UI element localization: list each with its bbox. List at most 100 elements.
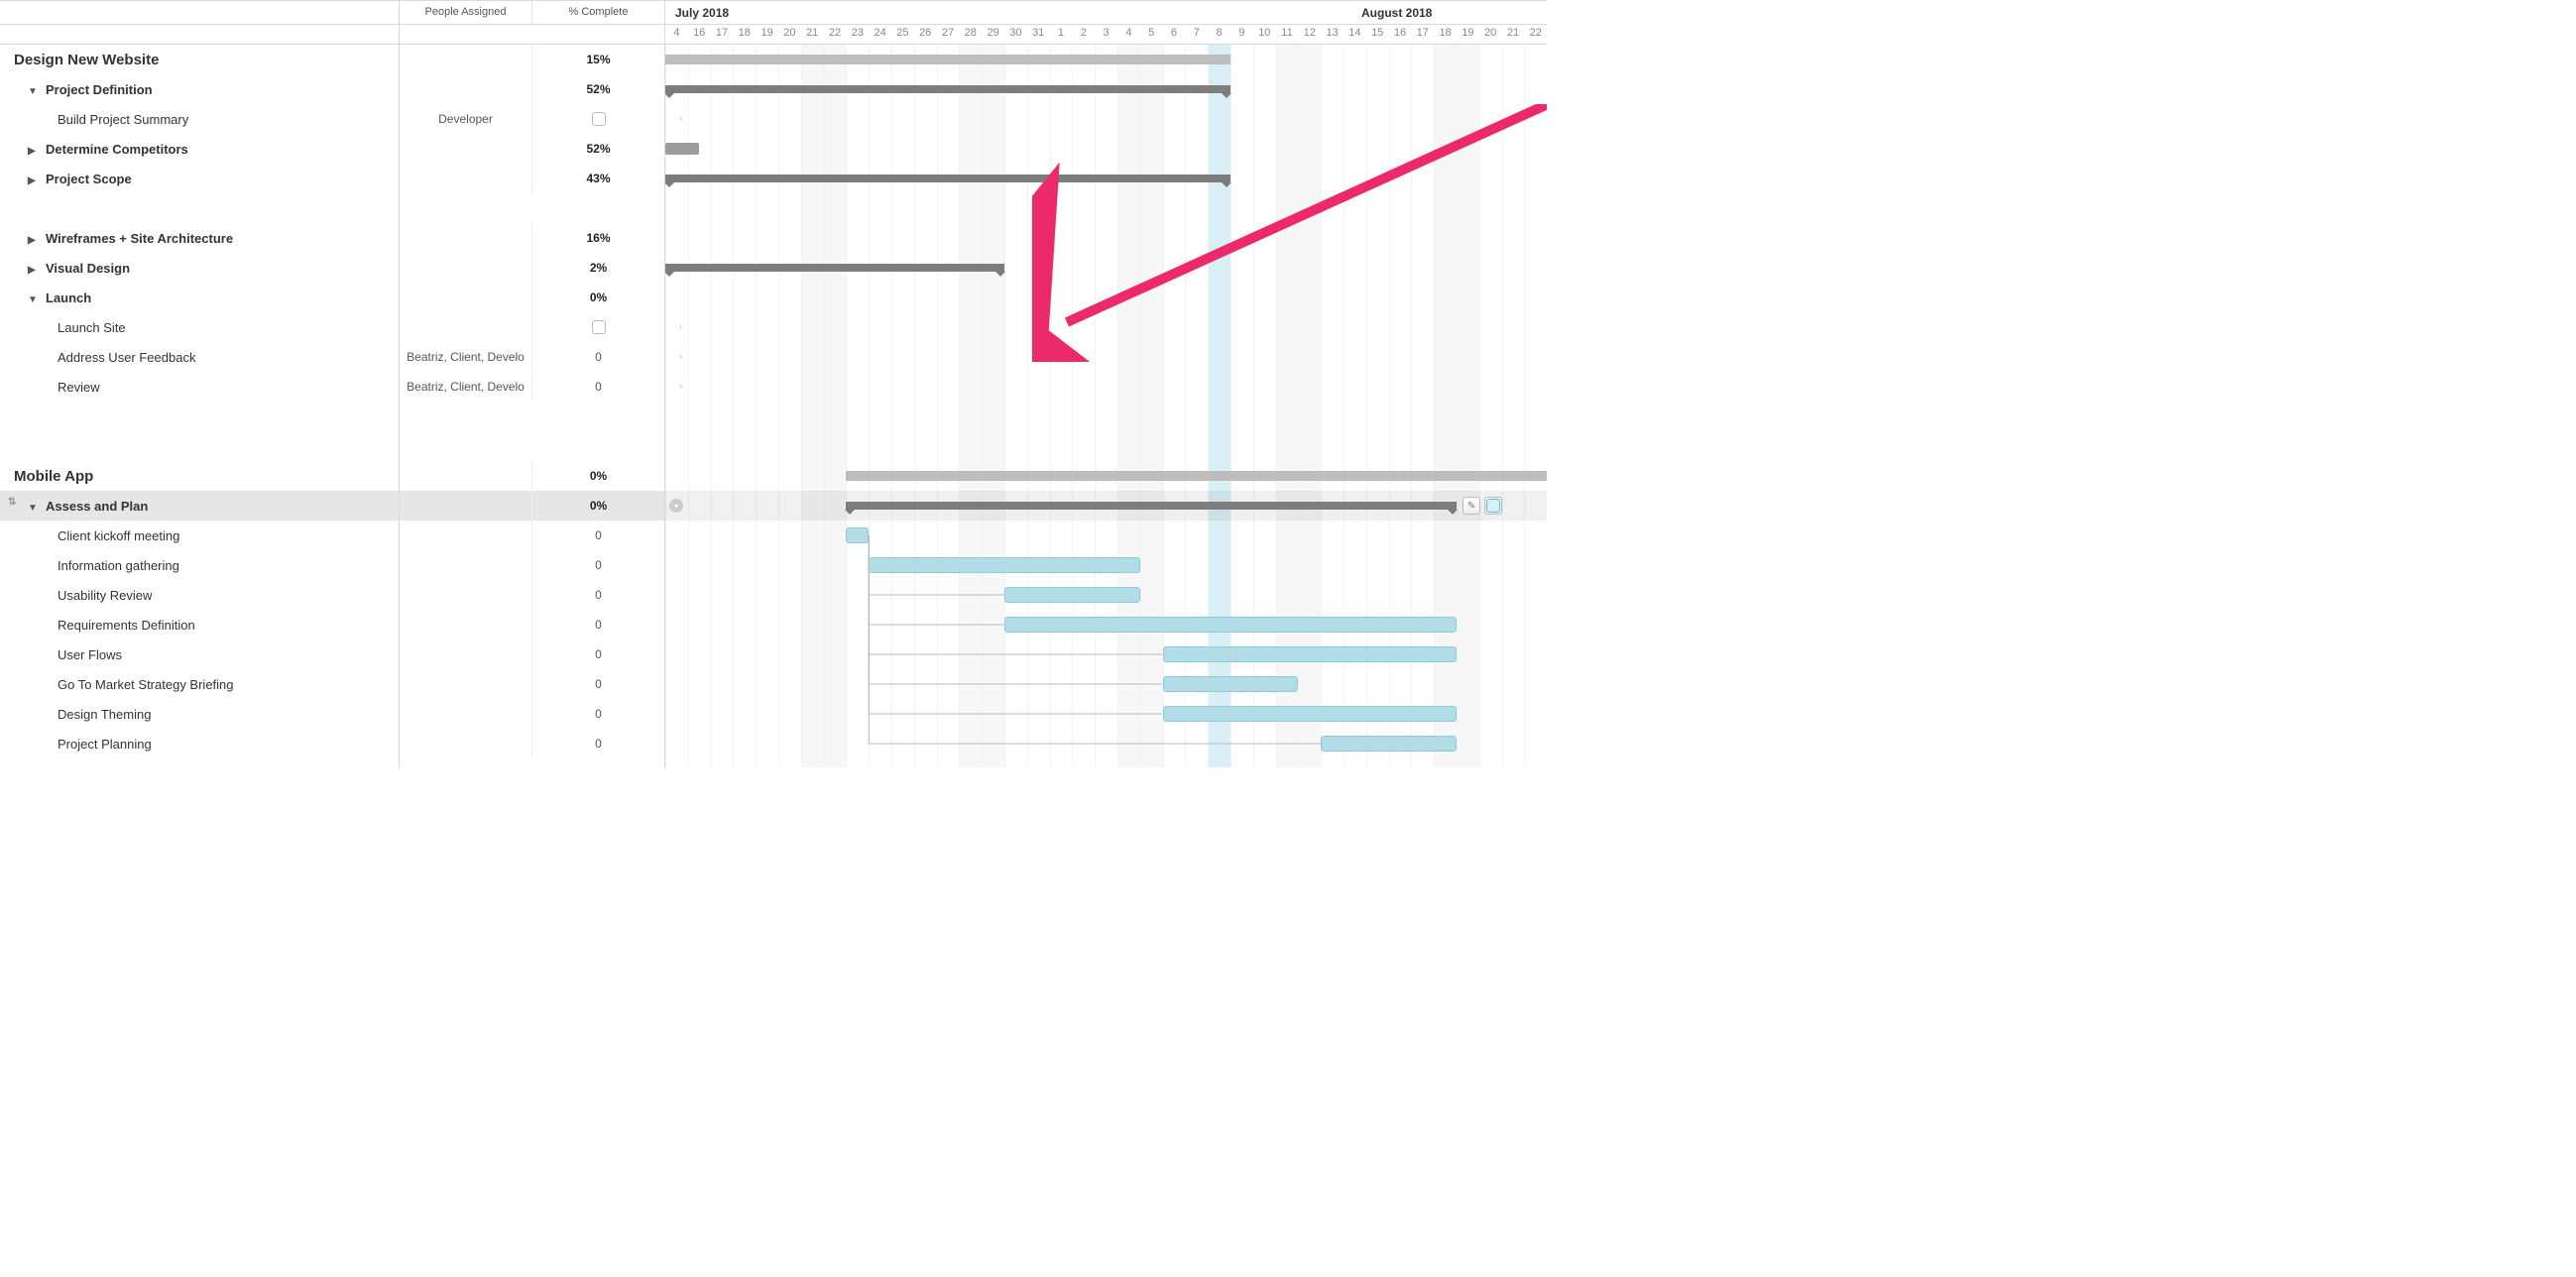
people-cell[interactable] [400, 253, 531, 283]
people-cell[interactable] [400, 223, 531, 253]
task-row[interactable]: Address User Feedback [0, 342, 399, 372]
gray-bar[interactable] [665, 143, 699, 155]
group-bar[interactable] [665, 174, 1230, 182]
scroll-left-icon[interactable]: ‹ [679, 381, 682, 392]
task-row[interactable]: User Flows [0, 639, 399, 669]
task-row[interactable]: Review [0, 372, 399, 402]
people-cell[interactable] [400, 729, 531, 758]
complete-cell[interactable]: 0 [531, 639, 664, 669]
complete-cell[interactable]: 15% [531, 45, 664, 74]
complete-cell[interactable]: 0 [531, 342, 664, 372]
gantt-row[interactable] [665, 461, 1547, 491]
group-row[interactable]: ▼Launch [0, 283, 399, 312]
complete-cell[interactable]: 0 [531, 729, 664, 758]
row-menu-button[interactable]: ▾ [669, 499, 683, 513]
task-row[interactable]: Client kickoff meeting [0, 521, 399, 550]
complete-checkbox[interactable] [592, 112, 606, 126]
task-row[interactable]: Usability Review [0, 580, 399, 610]
complete-checkbox[interactable] [592, 320, 606, 334]
group-row[interactable]: ▼Project Definition [0, 74, 399, 104]
complete-cell[interactable]: 2% [531, 253, 664, 283]
people-cell[interactable] [400, 461, 531, 491]
gantt-row[interactable] [665, 283, 1547, 312]
task-row[interactable]: Design Theming [0, 699, 399, 729]
edit-button[interactable]: ✎ [1463, 497, 1480, 515]
group-row[interactable]: ▶Wireframes + Site Architecture [0, 223, 399, 253]
group-bar[interactable] [665, 85, 1230, 93]
summary-bar[interactable] [665, 55, 1230, 64]
complete-cell[interactable]: 0 [531, 550, 664, 580]
project-row[interactable]: Mobile App [0, 461, 399, 491]
project-row[interactable]: Design New Website [0, 45, 399, 74]
complete-cell[interactable]: 43% [531, 164, 664, 193]
complete-cell[interactable]: 0 [531, 521, 664, 550]
group-bar[interactable] [846, 502, 1457, 510]
people-cell[interactable] [400, 491, 531, 521]
disclosure-toggle[interactable]: ▼ [28, 503, 38, 514]
complete-cell[interactable]: 16% [531, 223, 664, 253]
scroll-left-icon[interactable]: ‹ [679, 113, 682, 124]
people-cell[interactable]: Beatriz, Client, Develo [400, 372, 531, 402]
gantt-row[interactable] [665, 164, 1547, 193]
disclosure-toggle[interactable]: ▶ [28, 235, 38, 246]
scroll-left-icon[interactable]: ‹ [679, 321, 682, 332]
people-cell[interactable] [400, 550, 531, 580]
people-cell[interactable] [400, 164, 531, 193]
mark-complete-checkbox[interactable] [1486, 499, 1500, 513]
gantt-row[interactable] [665, 223, 1547, 253]
complete-cell[interactable]: 0% [531, 491, 664, 521]
gantt-pane[interactable]: July 2018August 2018 4161718192021222324… [665, 0, 1547, 767]
gantt-row[interactable]: ‹ [665, 312, 1547, 342]
col-complete-header[interactable]: % Complete [531, 1, 664, 24]
gantt-row[interactable]: ‹ [665, 342, 1547, 372]
complete-cell[interactable] [531, 312, 664, 342]
disclosure-toggle[interactable]: ▼ [28, 86, 38, 97]
people-cell[interactable] [400, 312, 531, 342]
group-row[interactable]: ▶Visual Design [0, 253, 399, 283]
gantt-row[interactable] [665, 134, 1547, 164]
complete-cell[interactable]: 0 [531, 699, 664, 729]
people-cell[interactable] [400, 45, 531, 74]
complete-cell[interactable]: 0% [531, 461, 664, 491]
people-cell[interactable]: Beatriz, Client, Develo [400, 342, 531, 372]
disclosure-toggle[interactable]: ▶ [28, 146, 38, 157]
group-row[interactable]: ⇅▼Assess and Plan [0, 491, 399, 521]
people-cell[interactable] [400, 639, 531, 669]
gantt-row[interactable] [665, 45, 1547, 74]
complete-cell[interactable]: 52% [531, 74, 664, 104]
people-cell[interactable] [400, 669, 531, 699]
col-people-header[interactable]: People Assigned [400, 1, 531, 24]
complete-cell[interactable]: 0 [531, 580, 664, 610]
task-row[interactable]: Go To Market Strategy Briefing [0, 669, 399, 699]
people-cell[interactable] [400, 521, 531, 550]
task-row[interactable]: Build Project Summary [0, 104, 399, 134]
group-bar[interactable] [665, 264, 1004, 272]
task-row[interactable]: Requirements Definition [0, 610, 399, 639]
complete-cell[interactable] [531, 104, 664, 134]
group-row[interactable]: ▶Project Scope [0, 164, 399, 193]
disclosure-toggle[interactable]: ▶ [28, 175, 38, 186]
people-cell[interactable] [400, 134, 531, 164]
gantt-row[interactable]: ‹ [665, 372, 1547, 402]
people-cell[interactable] [400, 74, 531, 104]
gantt-row[interactable]: ‹ [665, 104, 1547, 134]
people-cell[interactable] [400, 699, 531, 729]
gantt-row[interactable] [665, 74, 1547, 104]
complete-cell[interactable]: 0 [531, 372, 664, 402]
gantt-row[interactable]: ▾✎ [665, 491, 1547, 521]
complete-cell[interactable]: 52% [531, 134, 664, 164]
people-cell[interactable]: Developer [400, 104, 531, 134]
people-cell[interactable] [400, 580, 531, 610]
drag-handle-icon[interactable]: ⇅ [8, 499, 18, 513]
disclosure-toggle[interactable]: ▼ [28, 294, 38, 305]
disclosure-toggle[interactable]: ▶ [28, 265, 38, 276]
complete-cell[interactable]: 0% [531, 283, 664, 312]
people-cell[interactable] [400, 283, 531, 312]
group-row[interactable]: ▶Determine Competitors [0, 134, 399, 164]
people-cell[interactable] [400, 610, 531, 639]
complete-cell[interactable]: 0 [531, 610, 664, 639]
summary-bar[interactable] [846, 471, 1547, 481]
scroll-left-icon[interactable]: ‹ [679, 351, 682, 362]
gantt-row[interactable] [665, 253, 1547, 283]
task-row[interactable]: Project Planning [0, 729, 399, 758]
